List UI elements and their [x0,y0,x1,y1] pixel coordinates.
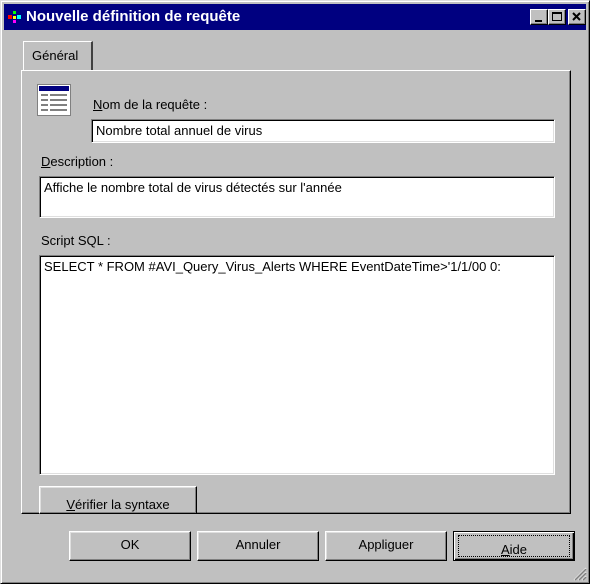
cancel-button[interactable]: Annuler [197,531,319,561]
minimize-icon [535,20,542,22]
close-button[interactable] [568,9,586,25]
description-label-rest: escription : [50,154,114,169]
title-bar[interactable]: Nouvelle définition de requête [4,4,586,30]
app-icon [8,11,21,23]
cancel-label: Annuler [235,537,281,552]
tab-general[interactable]: Général [23,41,93,71]
help-label-rest: ide [509,542,528,557]
verify-syntax-button[interactable]: Vérifier la syntaxe [39,486,197,514]
description-label: Description : [41,154,113,169]
sql-script-textarea[interactable]: SELECT * FROM #AVI_Query_Virus_Alerts WH… [39,255,555,475]
maximize-button[interactable] [548,9,566,25]
query-table-icon [37,84,71,116]
help-label-accel: A [500,542,510,557]
description-label-accel: D [41,154,51,169]
apply-label: Appliguer [358,537,414,552]
query-name-value: Nombre total annuel de virus [96,123,263,138]
query-name-input[interactable]: Nombre total annuel de virus [91,119,555,143]
query-definition-dialog: Nouvelle définition de requête Général N… [0,0,590,584]
tab-general-label: Général [32,48,79,63]
sql-script-label: Script SQL : [41,233,111,248]
verify-syntax-accel: V [66,497,75,512]
description-value: Affiche le nombre total de virus détecté… [44,180,342,195]
minimize-button[interactable] [530,9,548,25]
ok-button[interactable]: OK [69,531,191,561]
query-name-label: Nom de la requête : [93,97,207,112]
verify-syntax-label: Vérifier la syntaxe [66,492,169,512]
verify-syntax-rest: érifier la syntaxe [75,497,170,512]
query-name-label-rest: om de la requête : [102,97,208,112]
window-title: Nouvelle définition de requête [26,8,241,25]
close-icon [572,12,581,21]
sql-script-value: SELECT * FROM #AVI_Query_Virus_Alerts WH… [44,259,501,274]
maximize-icon [552,12,562,21]
ok-label: OK [120,537,140,552]
query-name-label-accel: N [93,97,103,112]
resize-grip-icon[interactable] [573,567,587,581]
description-textarea[interactable]: Affiche le nombre total de virus détecté… [39,176,555,218]
help-label: Aide [501,537,527,557]
apply-button[interactable]: Appliguer [325,531,447,561]
help-button[interactable]: Aide [453,531,575,561]
